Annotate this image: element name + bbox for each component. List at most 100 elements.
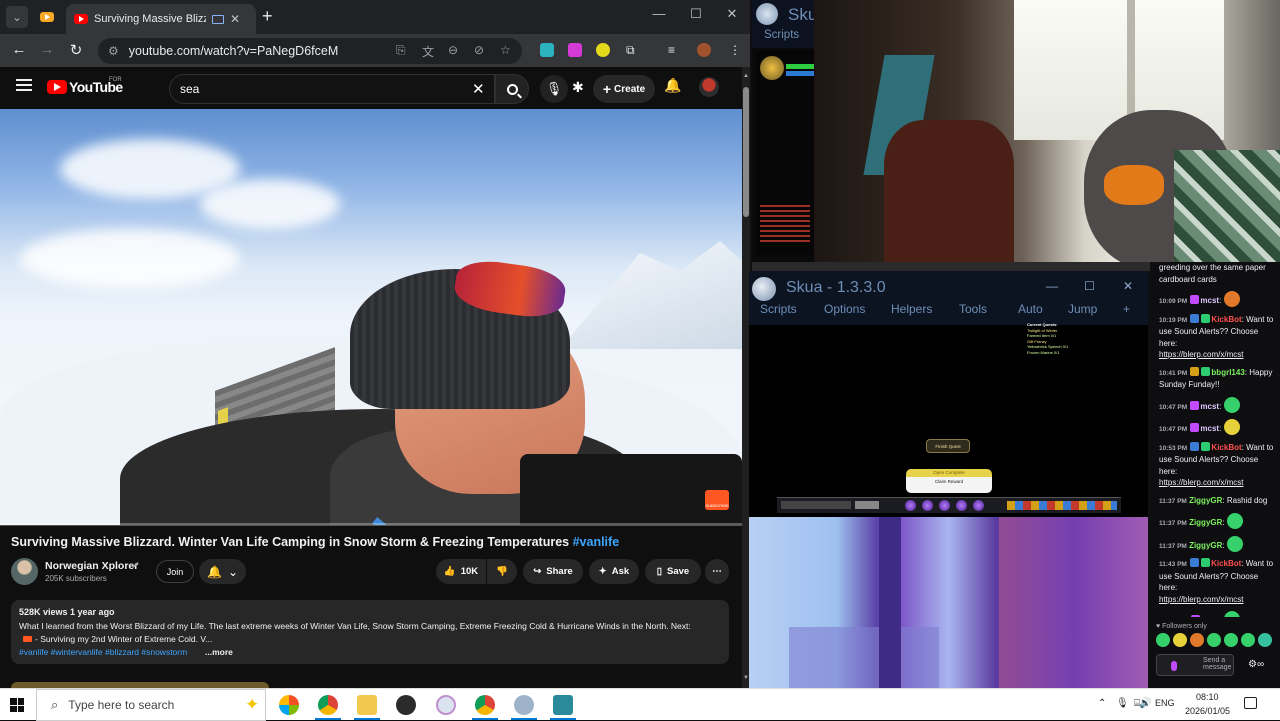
reload-button[interactable]: ↻ [66, 41, 86, 59]
extension-2-icon[interactable] [568, 43, 582, 57]
chat-link[interactable]: https://blerp.com/x/mcst [1159, 595, 1243, 604]
media-controls-icon[interactable]: ≡ [668, 43, 675, 57]
skua-close-button[interactable]: ✕ [1123, 279, 1133, 293]
forward-button[interactable]: → [37, 41, 57, 58]
channel-avatar[interactable] [11, 558, 38, 585]
skua-main-window[interactable]: Skua - 1.3.3.0 — ☐ ✕ Scripts Options Hel… [749, 271, 1148, 517]
emote-button[interactable] [1173, 633, 1187, 647]
chat-messages[interactable]: greeding over the same paper cardboard c… [1150, 262, 1280, 617]
chat-username[interactable]: ZiggyGR [1189, 518, 1222, 527]
description-box[interactable]: 528K views 1 year ago What I learned fro… [11, 600, 729, 664]
description-hashtags[interactable]: #vanlife #wintervanlife #blizzard #snows… [19, 647, 187, 657]
show-more-link[interactable]: ...more [205, 647, 233, 657]
extensions-puzzle-icon[interactable]: ⧉ [626, 43, 635, 58]
skua-app-icon[interactable] [514, 695, 534, 715]
tab-search-chevron-icon[interactable]: ⌄ [6, 6, 28, 28]
emote-button[interactable] [1156, 633, 1170, 647]
video-title-hashtag[interactable]: #vanlife [573, 535, 620, 549]
emote-button[interactable] [1190, 633, 1204, 647]
chat-badge-icon[interactable] [1201, 558, 1211, 567]
tray-overflow-icon[interactable]: ⌃ [1098, 698, 1106, 709]
chat-badge-icon[interactable] [1201, 313, 1211, 323]
chat-username[interactable]: mcst [1200, 424, 1219, 433]
skill-slot-5[interactable] [973, 500, 984, 511]
chat-badge-icon[interactable] [1201, 441, 1211, 451]
chat-username[interactable]: ZiggyGR [1189, 496, 1222, 505]
save-button[interactable]: ▯ Save [645, 559, 701, 584]
chat-badge-icon[interactable] [1190, 366, 1200, 376]
chat-username[interactable]: mcst [1200, 402, 1219, 411]
address-bar[interactable]: ⚙ youtube.com/watch?v=PaNegD6fceM [98, 38, 522, 64]
chat-settings-icon[interactable]: ⚙∞ [1248, 659, 1264, 671]
copilot-app-icon[interactable] [279, 695, 299, 715]
more-actions-button[interactable]: ⋯ [705, 559, 729, 584]
search-button[interactable] [495, 74, 529, 104]
app-icon-5[interactable] [436, 695, 456, 715]
site-info-icon[interactable]: ⚙ [108, 44, 119, 58]
hide-icon[interactable]: ⊘ [474, 43, 484, 57]
skua-minimize-button[interactable]: — [1046, 279, 1058, 293]
account-avatar[interactable] [699, 77, 719, 97]
skua-menu-auto[interactable]: Auto [1018, 302, 1043, 316]
chat-username[interactable]: bbgrl143 [1211, 368, 1244, 377]
channel-name[interactable]: Norwegian Xplorer [45, 560, 138, 572]
chat-username[interactable]: mcst [1200, 296, 1219, 305]
extension-1-icon[interactable] [540, 43, 554, 57]
skill-slot-1[interactable] [905, 500, 916, 511]
chat-link[interactable]: https://blerp.com/x/mcst [1159, 478, 1243, 487]
chrome-app-icon[interactable] [318, 695, 338, 715]
skua-menu-helpers[interactable]: Helpers [891, 302, 932, 316]
chat-badge-icon[interactable] [1190, 295, 1200, 304]
skua-menu-add[interactable]: + [1123, 302, 1130, 316]
obs-app-icon[interactable] [396, 695, 416, 715]
voice-search-button[interactable]: 🎙 [540, 75, 568, 103]
create-button[interactable]: + Create [593, 75, 655, 103]
chat-username[interactable]: KickBot [1211, 559, 1241, 568]
emote-button[interactable] [1224, 633, 1238, 647]
emote-button[interactable] [1207, 633, 1221, 647]
share-button[interactable]: ↪ Share [523, 559, 583, 584]
browser-menu-icon[interactable]: ⋮ [729, 43, 741, 57]
ask-button[interactable]: ✦ Ask [589, 559, 639, 584]
language-indicator[interactable]: ENG [1155, 698, 1175, 708]
skill-slot-2[interactable] [922, 500, 933, 511]
bookmark-star-icon[interactable]: ☆ [500, 43, 511, 57]
extension-3-icon[interactable] [596, 43, 610, 57]
chat-badge-icon[interactable] [1190, 400, 1200, 410]
file-explorer-icon[interactable] [357, 695, 377, 715]
skua-menu-jump[interactable]: Jump [1068, 302, 1097, 316]
translate-icon[interactable]: 文 [422, 43, 434, 60]
subscribe-watermark[interactable]: SUBSCRIBE [705, 490, 729, 510]
skill-slot-4[interactable] [956, 500, 967, 511]
game-hotbar[interactable] [777, 497, 1121, 513]
emote-button[interactable] [1258, 633, 1272, 647]
finish-quest-button[interactable]: Finish Quest [926, 439, 970, 453]
back-button[interactable]: ← [9, 41, 29, 58]
install-app-icon[interactable]: ⎘ [396, 43, 406, 58]
youtube-logo-icon[interactable] [47, 80, 67, 94]
hamburger-menu-icon[interactable] [16, 79, 32, 91]
skua-back-scripts-menu[interactable]: Scripts [764, 29, 799, 41]
extension-icon[interactable]: ✱ [572, 79, 584, 96]
scroll-thumb[interactable] [743, 87, 749, 217]
chat-link[interactable]: https://blerp.com/x/mcst [1159, 350, 1243, 359]
join-button[interactable]: Join [156, 560, 194, 583]
youtube-tab-favicon[interactable] [40, 12, 54, 22]
clear-search-icon[interactable]: ✕ [472, 80, 485, 98]
tray-mic-icon[interactable]: 🎙 [1116, 698, 1129, 709]
chat-badge-icon[interactable] [1190, 441, 1200, 451]
chat-username[interactable]: KickBot [1211, 315, 1241, 324]
chat-username[interactable]: ZiggyGR [1189, 541, 1222, 550]
chat-badge-icon[interactable] [1190, 615, 1200, 617]
skua-menu-options[interactable]: Options [824, 302, 865, 316]
chat-badge-icon[interactable] [1190, 558, 1200, 567]
skua-menu-tools[interactable]: Tools [959, 302, 987, 316]
skua-menu-scripts[interactable]: Scripts [760, 302, 797, 316]
notifications-bell-icon[interactable]: 🔔 [664, 77, 681, 94]
clock-date[interactable]: 2026/01/05 [1185, 706, 1230, 716]
zoom-icon[interactable]: ⊖ [448, 43, 458, 57]
chat-badge-icon[interactable] [1201, 366, 1211, 376]
taskbar-search-box[interactable]: ⌕ Type here to search ✦ [36, 689, 266, 721]
volume-icon[interactable]: 🔊 [1139, 698, 1151, 709]
clock-time[interactable]: 08:10 [1196, 692, 1219, 702]
